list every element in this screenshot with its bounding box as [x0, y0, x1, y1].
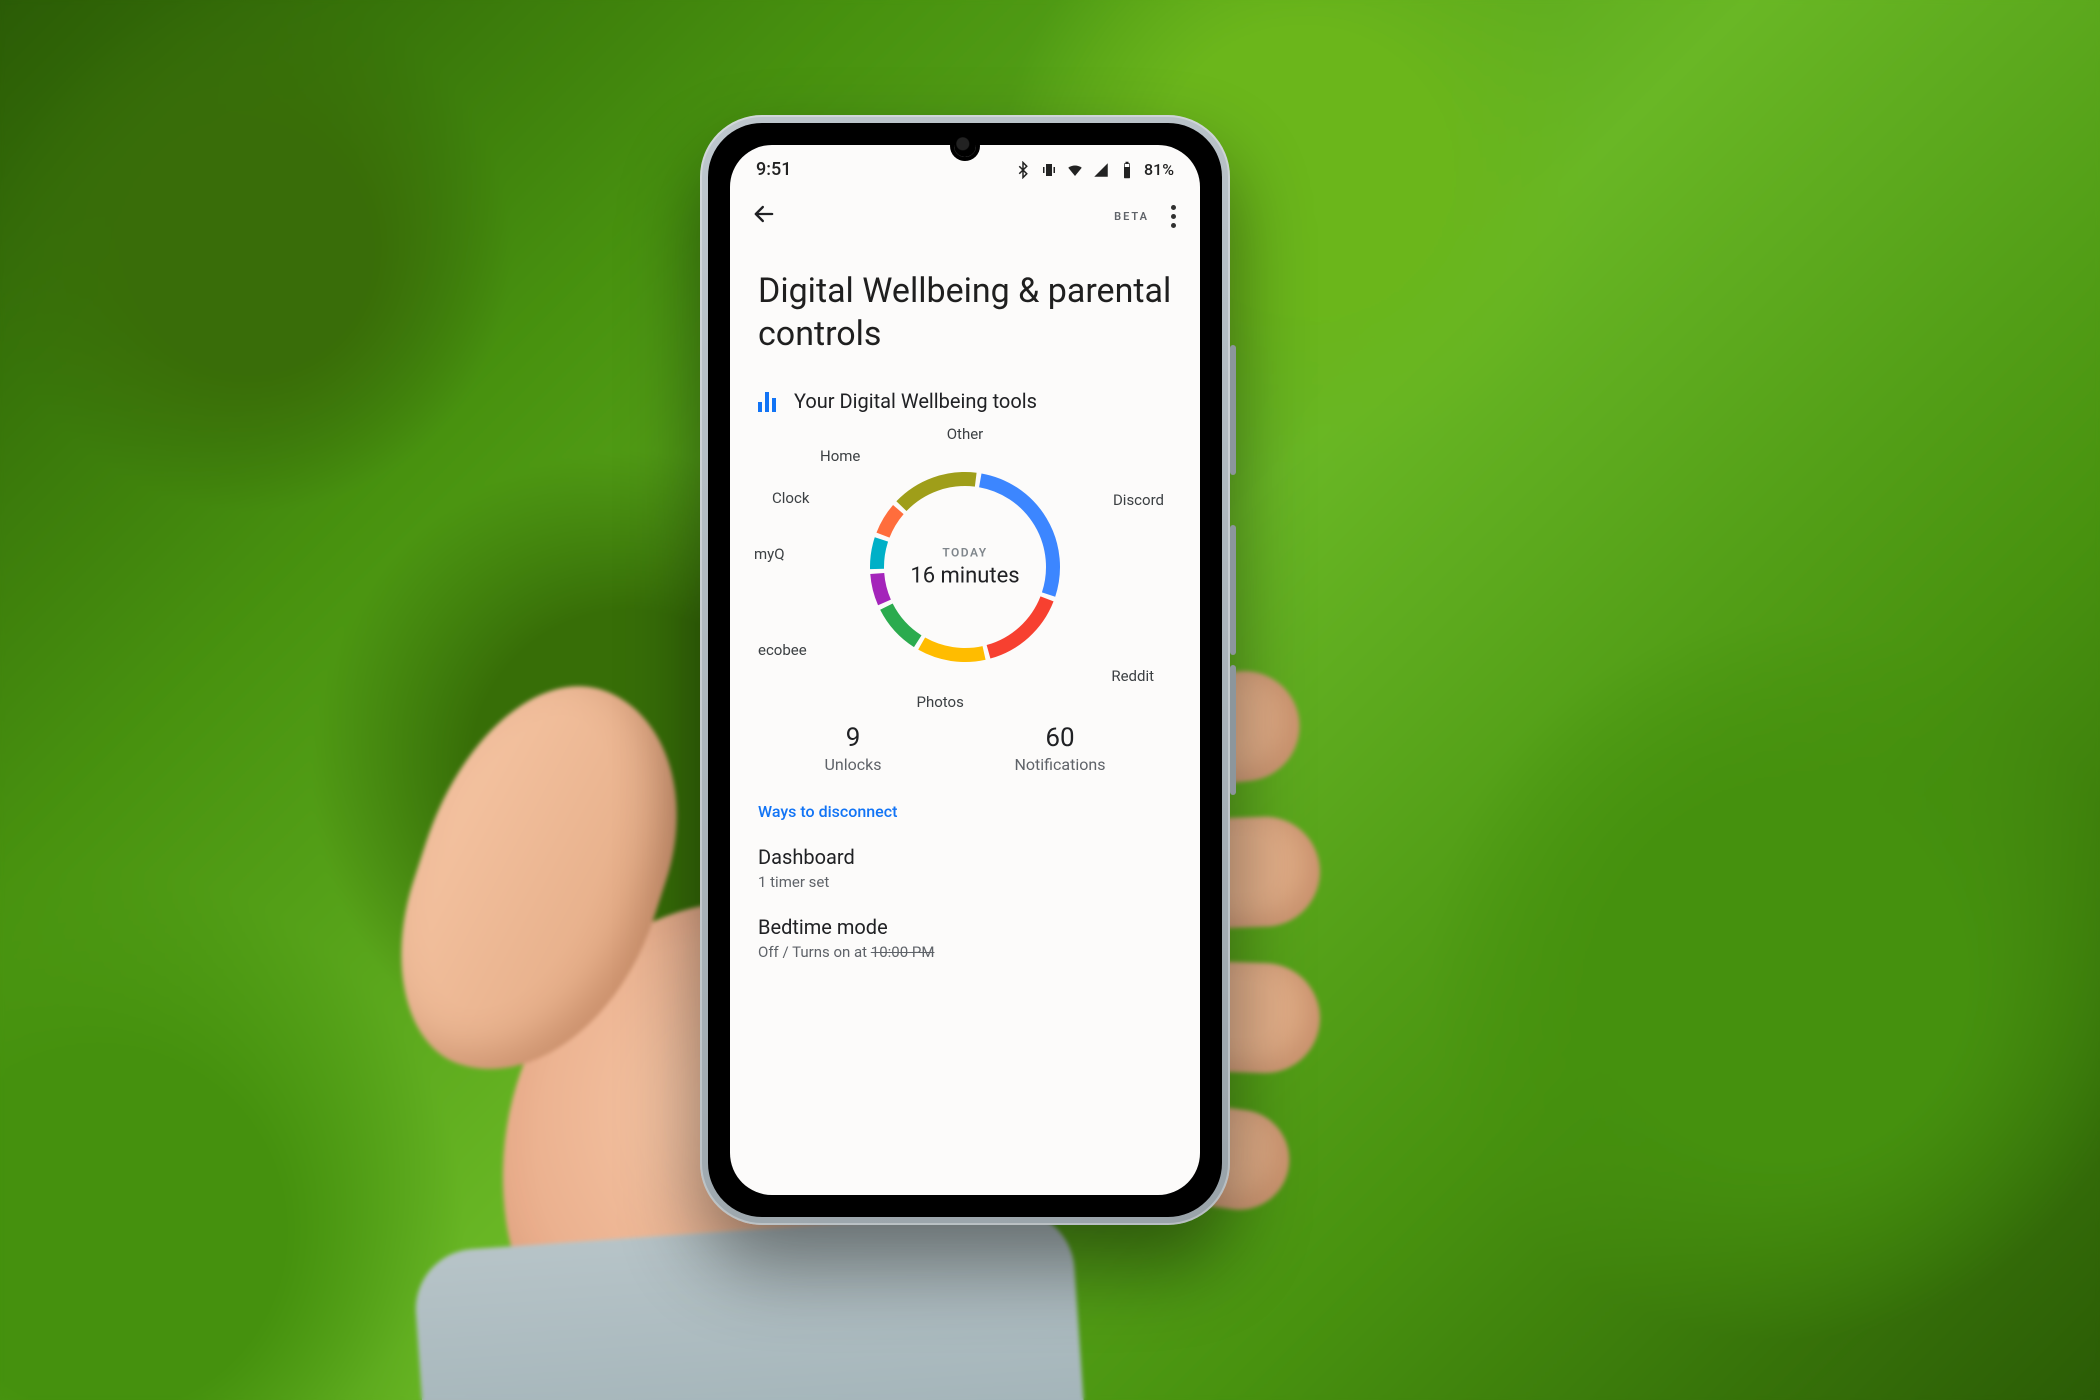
- segment-label-home: Home: [820, 447, 860, 465]
- donut-segment-other: [901, 479, 975, 506]
- segment-label-myq: myQ: [754, 545, 785, 563]
- donut-segment-photos: [922, 644, 984, 655]
- donut-center: TODAY 16 minutes: [885, 546, 1045, 589]
- stat-notifications[interactable]: 60 Notifications: [1015, 723, 1106, 774]
- segment-label-other: Other: [947, 425, 984, 443]
- phone-screen: 9:51: [730, 145, 1200, 1195]
- phone-bezel: 9:51: [708, 123, 1222, 1217]
- bedtime-title: Bedtime mode: [758, 915, 1172, 939]
- phone-frame: 9:51: [700, 115, 1230, 1225]
- bedtime-subtitle-time: 10:00 PM: [871, 943, 935, 961]
- page-title: Digital Wellbeing & parental controls: [758, 270, 1172, 355]
- tools-header: Your Digital Wellbeing tools: [758, 389, 1172, 413]
- item-bedtime-mode[interactable]: Bedtime mode Off / Turns on at 10:00 PM: [758, 909, 1172, 979]
- battery-percent: 81%: [1144, 160, 1174, 179]
- segment-label-clock: Clock: [772, 489, 809, 507]
- segment-label-discord: Discord: [1113, 491, 1164, 509]
- stat-unlocks[interactable]: 9 Unlocks: [825, 723, 882, 774]
- donut-segment-reddit: [989, 599, 1047, 652]
- back-button[interactable]: [750, 200, 778, 232]
- dashboard-subtitle: 1 timer set: [758, 873, 1172, 891]
- sleeve: [412, 1207, 1089, 1400]
- tools-label: Your Digital Wellbeing tools: [794, 389, 1037, 413]
- donut-total: 16 minutes: [885, 564, 1045, 589]
- battery-icon: [1118, 161, 1136, 179]
- stats-row: 9 Unlocks 60 Notifications: [758, 723, 1172, 774]
- donut-caption: TODAY: [885, 546, 1045, 560]
- notifications-value: 60: [1015, 723, 1106, 753]
- bedtime-subtitle: Off / Turns on at 10:00 PM: [758, 943, 1172, 961]
- segment-label-reddit: Reddit: [1111, 667, 1154, 685]
- background-foliage: 9:51: [0, 0, 2100, 1400]
- notifications-label: Notifications: [1015, 755, 1106, 774]
- wifi-icon: [1066, 161, 1084, 179]
- donut-segment-clock: [877, 539, 881, 568]
- status-time: 9:51: [756, 159, 791, 180]
- bluetooth-icon: [1014, 161, 1032, 179]
- bars-icon: [758, 390, 776, 412]
- front-camera: [954, 135, 976, 157]
- overflow-menu-button[interactable]: [1167, 201, 1180, 232]
- donut-segment-myq: [877, 574, 884, 603]
- segment-label-photos: Photos: [916, 693, 963, 711]
- donut-segment-ecobee: [886, 607, 917, 642]
- signal-icon: [1092, 161, 1110, 179]
- unlocks-value: 9: [825, 723, 882, 753]
- unlocks-label: Unlocks: [825, 755, 882, 774]
- beta-badge: BETA: [1114, 210, 1149, 223]
- donut-segment-home: [883, 510, 898, 536]
- page-content: Digital Wellbeing & parental controls Yo…: [730, 240, 1200, 979]
- bedtime-subtitle-prefix: Off / Turns on at: [758, 943, 871, 961]
- vibrate-icon: [1040, 161, 1058, 179]
- usage-donut-chart[interactable]: TODAY 16 minutes Other Discord Reddit Ph…: [758, 427, 1172, 707]
- segment-label-ecobee: ecobee: [758, 641, 807, 659]
- section-ways-to-disconnect: Ways to disconnect: [758, 802, 1172, 821]
- item-dashboard[interactable]: Dashboard 1 timer set: [758, 839, 1172, 909]
- dashboard-title: Dashboard: [758, 845, 1172, 869]
- app-bar: BETA: [730, 186, 1200, 240]
- status-icons: 81%: [1014, 160, 1174, 179]
